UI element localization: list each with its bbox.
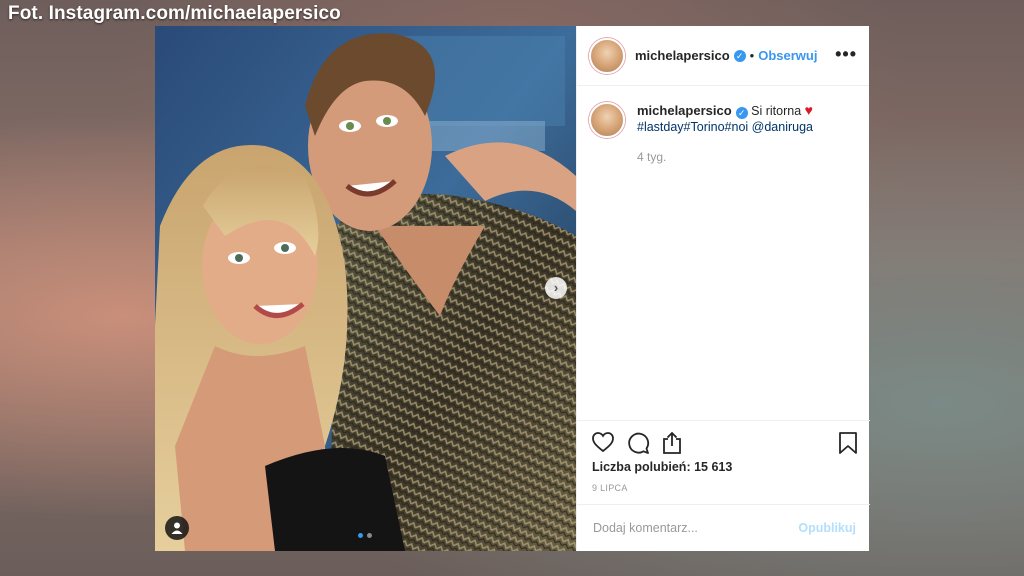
post-comment-button[interactable]: Opublikuj (798, 521, 856, 535)
post-sidebar: michelapersico ✓ • Obserwuj ••• michelap… (576, 26, 870, 551)
verified-badge-icon: ✓ (733, 49, 746, 62)
next-image-button[interactable]: › (545, 277, 567, 299)
avatar[interactable] (589, 37, 625, 74)
follow-button[interactable]: Obserwuj (758, 48, 817, 63)
comment-bar: Opublikuj (577, 504, 870, 551)
user-tag-button[interactable] (165, 516, 189, 540)
carousel-dot (367, 533, 372, 538)
post-caption: michelapersico ✓ Si ritorna ♥ #lastday#To… (577, 86, 869, 165)
caption-hashtags[interactable]: #lastday#Torino#noi @daniruga (637, 119, 813, 135)
user-tag-icon (171, 522, 183, 534)
instagram-post: › michelapersico ✓ • Obserwuj ••• michel… (155, 26, 870, 551)
post-photo[interactable]: › (155, 26, 576, 551)
separator: • (749, 48, 755, 63)
carousel-dot-active (358, 533, 363, 538)
likes-count[interactable]: Liczba polubień: 15 613 (592, 460, 732, 474)
caption-text: Si ritorna (751, 104, 802, 118)
photo-credit: Fot. Instagram.com/michaelapersico (8, 3, 341, 24)
bookmark-icon[interactable] (838, 431, 858, 455)
caption-age: 4 tyg. (637, 150, 667, 164)
post-date: 9 LIPCA (592, 483, 628, 493)
caption-username[interactable]: michelapersico (637, 103, 732, 118)
caption-body: michelapersico ✓ Si ritorna ♥ #lastday#To… (637, 102, 813, 165)
share-icon[interactable] (661, 431, 683, 455)
carousel-indicator (358, 533, 372, 538)
comment-icon[interactable] (626, 431, 650, 455)
comment-input[interactable] (591, 520, 785, 536)
verified-badge-icon: ✓ (735, 107, 748, 119)
chevron-right-icon: › (553, 280, 559, 295)
username[interactable]: michelapersico (635, 48, 730, 63)
action-bar (577, 420, 870, 460)
caption-avatar[interactable] (589, 102, 625, 138)
heart-icon[interactable] (591, 431, 615, 453)
selfie-illustration (155, 26, 576, 551)
more-options-icon[interactable]: ••• (835, 44, 857, 65)
post-header: michelapersico ✓ • Obserwuj ••• (577, 26, 869, 86)
heart-emoji: ♥ (804, 102, 813, 118)
